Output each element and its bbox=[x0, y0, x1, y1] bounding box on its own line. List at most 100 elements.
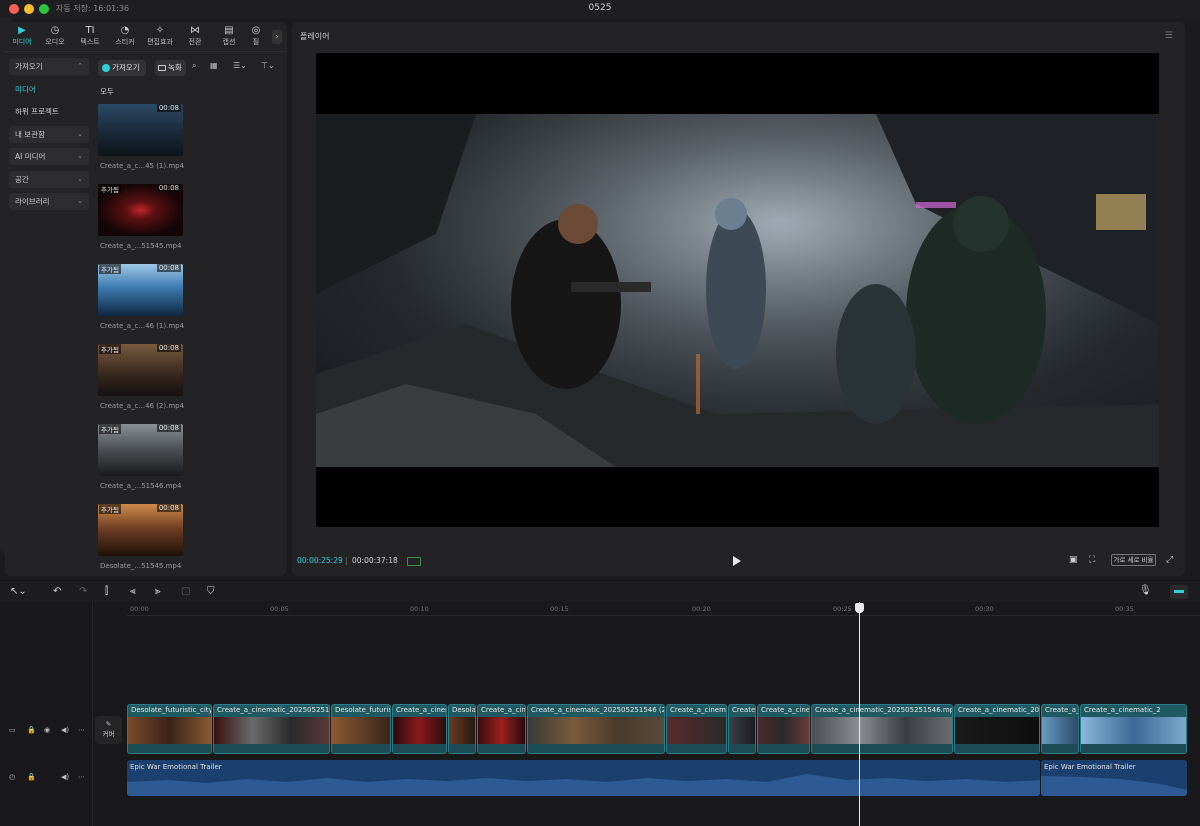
chevron-down-icon: ⌄ bbox=[77, 174, 83, 183]
category-list: 가져오기 ⌃ 미디어 하위 프로젝트 내 보관함 ⌄ AI 미디어 ⌄ 공간 ⌄ 라이브… bbox=[9, 58, 89, 216]
track-headers: ▭ 🔒 ◉ ◀) ⋯ ◴ 🔒 ◀) ⋯ bbox=[0, 602, 93, 826]
volume-icon[interactable]: ◀) bbox=[61, 726, 69, 734]
eye-icon[interactable]: ◉ bbox=[44, 726, 50, 734]
title-bar: 자동 저장: 16:01:36 0525 bbox=[0, 0, 1200, 18]
tab-caption[interactable]: ▤ 캡션 bbox=[214, 25, 244, 47]
filter-icon: ◎ bbox=[251, 25, 261, 36]
video-frame bbox=[316, 114, 1159, 467]
tab-audio[interactable]: ◷ 오디오 bbox=[40, 25, 70, 47]
video-clip[interactable]: Create_ bbox=[728, 704, 756, 754]
media-thumbnail[interactable]: 00:08 Create_a_c...45 (1).mp4 bbox=[97, 104, 184, 184]
filter-icon[interactable]: ⊤⌄ bbox=[261, 61, 275, 70]
audio-clip[interactable]: Epic War Emotional Trailer bbox=[1041, 760, 1187, 796]
record-button[interactable]: 녹화 bbox=[155, 60, 186, 76]
player-panel: 플레이어 ☰ 00:00:25:29 | 00:00:37:18 ▣ ⛶ 가로 … bbox=[292, 22, 1185, 576]
video-clip[interactable]: Create_a_cinematic_202505251546.mp4 bbox=[811, 704, 953, 754]
tabs-scroll-right-button[interactable]: › bbox=[272, 30, 282, 44]
audio-waveform bbox=[127, 774, 1040, 796]
media-thumbnail[interactable]: 추가됨 00:08 Create_a_c...46 (1).mp4 bbox=[97, 264, 184, 344]
aspect-ratio-button[interactable]: 가로 세로 비율 bbox=[1111, 554, 1156, 566]
video-clip[interactable]: Create_a_cinematic_2025 bbox=[954, 704, 1040, 754]
audio-track-icon: ◴ bbox=[9, 773, 16, 781]
microphone-icon[interactable]: 🎙 bbox=[1139, 585, 1152, 596]
media-panel: ▶ 미디어 ◷ 오디오 TI 텍스트 ◔ 스티커 ✧ 편집효과 ⋈ 전환 ▤ 캡션 ◎ 필 › … bbox=[5, 22, 287, 576]
tab-text[interactable]: TI 텍스트 bbox=[75, 25, 105, 47]
tab-media[interactable]: ▶ 미디어 bbox=[7, 25, 37, 47]
safe-area-icon[interactable]: ▣ bbox=[1069, 555, 1078, 565]
marker-icon[interactable]: ⛉ bbox=[207, 586, 215, 597]
category-import[interactable]: 가져오기 ⌃ bbox=[9, 58, 89, 75]
media-thumbnail[interactable]: 추가됨 00:08 Create_a_...51545.mp4 bbox=[97, 184, 183, 264]
category-space[interactable]: 공간 ⌄ bbox=[9, 170, 89, 188]
caption-icon: ▤ bbox=[224, 25, 234, 36]
lock-icon[interactable]: 🔒 bbox=[27, 726, 36, 734]
trim-left-icon[interactable]: ⫷ bbox=[130, 586, 136, 597]
playhead-handle[interactable] bbox=[855, 603, 864, 613]
lock-icon[interactable]: 🔒 bbox=[27, 773, 36, 781]
current-time: 00:00:25:29 bbox=[297, 556, 343, 565]
video-clip[interactable]: Create_a_cinem bbox=[477, 704, 526, 754]
media-thumbnail[interactable]: 추가됨 00:08 Desolate_...51545.mp4 bbox=[97, 504, 183, 584]
delete-icon[interactable]: ▢ bbox=[181, 586, 190, 597]
search-icon[interactable]: ⌕ bbox=[192, 61, 196, 71]
time-separator: | bbox=[345, 556, 348, 565]
audio-clip[interactable]: Epic War Emotional Trailer bbox=[127, 760, 1040, 796]
timeline-toolbar: ↖⌄ ↶ ↷ ⫿ ⫷ ⫸ ▢ ⛉ 🎙 bbox=[0, 580, 1200, 602]
total-time: 00:00:37:18 bbox=[352, 556, 398, 565]
undo-icon[interactable]: ↶ bbox=[53, 586, 61, 597]
video-clip[interactable]: Create_a_cinematic_202505251546 (2).m bbox=[527, 704, 665, 754]
chevron-down-icon: ⌄ bbox=[77, 129, 83, 138]
category-subproject[interactable]: 하위 프로젝트 bbox=[9, 103, 89, 120]
media-toolbar: 가져오기 녹화 ⌕ ▦ ☰⌄ ⊤⌄ bbox=[98, 60, 283, 76]
media-thumbnail[interactable]: 추가됨 00:08 Create_a_c...46 (2).mp4 bbox=[97, 344, 184, 424]
playhead[interactable] bbox=[859, 602, 860, 826]
grid-view-icon[interactable]: ▦ bbox=[210, 61, 218, 70]
time-ruler[interactable]: 00:00 00:05 00:10 00:15 00:20 00:25 00:3… bbox=[127, 602, 1200, 616]
audio-icon: ◷ bbox=[50, 25, 60, 36]
import-button[interactable]: 가져오기 bbox=[98, 60, 146, 76]
feature-tabs: ▶ 미디어 ◷ 오디오 TI 텍스트 ◔ 스티커 ✧ 편집효과 ⋈ 전환 ▤ 캡션 ◎ 필 › bbox=[5, 22, 287, 52]
category-library[interactable]: 라이브러리 ⌄ bbox=[9, 193, 89, 210]
video-clip[interactable]: Desolat bbox=[448, 704, 476, 754]
sort-icon[interactable]: ☰⌄ bbox=[233, 61, 247, 70]
category-my-archive[interactable]: 내 보관함 ⌄ bbox=[9, 125, 89, 143]
waveform-icon[interactable] bbox=[407, 557, 421, 566]
video-clip[interactable]: Create_a_cinemati bbox=[666, 704, 727, 754]
fullscreen-icon[interactable]: ⤢ bbox=[1166, 555, 1173, 565]
video-clip[interactable]: Desolate_futuristic_ bbox=[331, 704, 391, 754]
sticker-icon: ◔ bbox=[120, 25, 130, 36]
select-tool-icon[interactable]: ↖⌄ bbox=[10, 586, 27, 597]
video-clip[interactable]: Create_a_cinemati bbox=[757, 704, 810, 754]
video-clip[interactable]: Desolate_futuristic_city_2 bbox=[127, 704, 212, 754]
effects-icon: ✧ bbox=[155, 25, 165, 36]
split-icon[interactable]: ⫿ bbox=[105, 586, 108, 597]
more-icon[interactable]: ⋯ bbox=[78, 773, 85, 781]
category-ai-media[interactable]: AI 미디어 ⌄ bbox=[9, 148, 89, 165]
more-icon[interactable]: ⋯ bbox=[78, 726, 85, 734]
menu-icon[interactable]: ☰ bbox=[1165, 31, 1173, 41]
tab-transition[interactable]: ⋈ 전환 bbox=[180, 25, 210, 47]
snap-toggle[interactable] bbox=[1170, 585, 1188, 599]
video-clip[interactable]: Create_a_cinematic_2 bbox=[1080, 704, 1187, 754]
video-clip[interactable]: Create_a_cinem bbox=[392, 704, 447, 754]
play-button[interactable] bbox=[733, 556, 741, 566]
scene-illustration bbox=[316, 114, 1159, 467]
cover-button[interactable]: ✎ 커버 bbox=[95, 716, 122, 744]
video-clip[interactable]: Create_a_cinematic_202505251545 bbox=[213, 704, 330, 754]
video-preview[interactable] bbox=[316, 53, 1159, 527]
import-icon bbox=[102, 64, 110, 72]
timeline[interactable]: ▭ 🔒 ◉ ◀) ⋯ ◴ 🔒 ◀) ⋯ ✎ 커버 00:00 00:05 00:1… bbox=[0, 602, 1200, 826]
tab-filter[interactable]: ◎ 필 bbox=[248, 25, 264, 47]
audio-waveform bbox=[1041, 776, 1187, 796]
tab-effects[interactable]: ✧ 편집효과 bbox=[145, 25, 175, 47]
trim-right-icon[interactable]: ⫸ bbox=[155, 586, 161, 597]
category-media[interactable]: 미디어 bbox=[9, 81, 89, 98]
camera-icon bbox=[158, 65, 166, 71]
tab-sticker[interactable]: ◔ 스티커 bbox=[110, 25, 140, 47]
chevron-down-icon: ⌄ bbox=[77, 197, 83, 205]
volume-icon[interactable]: ◀) bbox=[61, 773, 69, 781]
zoom-fit-icon[interactable]: ⛶ bbox=[1089, 555, 1095, 565]
redo-icon[interactable]: ↷ bbox=[79, 586, 87, 597]
media-thumbnail[interactable]: 추가됨 00:08 Create_a_...51546.mp4 bbox=[97, 424, 183, 504]
video-clip[interactable]: Create_a_c bbox=[1041, 704, 1079, 754]
